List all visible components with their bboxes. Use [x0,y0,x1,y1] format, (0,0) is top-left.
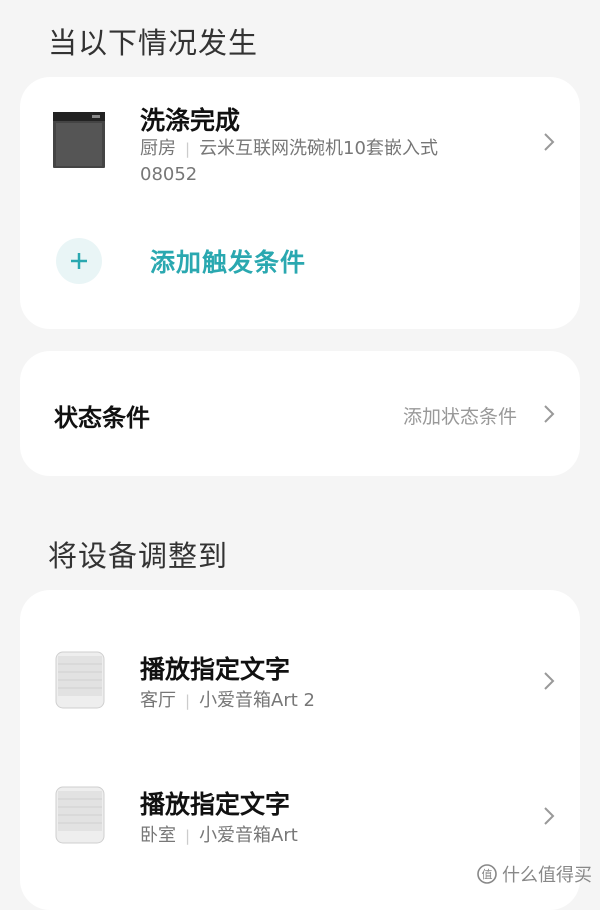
chevron-right-icon [544,807,555,825]
trigger-card: 洗涤完成 厨房 | 云米互联网洗碗机10套嵌入式 08052 添加触发条件 [20,77,580,329]
state-condition-label: 状态条件 [54,404,150,432]
add-trigger-button[interactable] [56,238,102,284]
action-row[interactable]: 播放指定文字 客厅 | 小爱音箱Art 2 [20,620,580,740]
action-title: 播放指定文字 [140,655,291,684]
trigger-device-model: 08052 [140,164,198,185]
action-section-title: 将设备调整到 [48,539,229,573]
action-room: 客厅 [140,690,176,711]
add-trigger-label[interactable]: 添加触发条件 [150,243,306,279]
trigger-row[interactable]: 洗涤完成 厨房 | 云米互联网洗碗机10套嵌入式 08052 [20,77,580,207]
separator: | [185,827,191,845]
plus-icon [71,253,87,269]
separator: | [185,140,191,158]
action-device-info: 卧室 | 小爱音箱Art [140,823,298,849]
speaker-icon [55,651,105,709]
chevron-right-icon [544,672,555,690]
trigger-room: 厨房 [140,138,176,159]
separator: | [185,692,191,710]
watermark: 值 什么值得买 [476,861,592,887]
dishwasher-icon [53,112,105,168]
add-state-condition-link[interactable]: 添加状态条件 [403,402,517,429]
speaker-icon [55,786,105,844]
action-device-name: 小爱音箱Art 2 [199,690,316,711]
trigger-title: 洗涤完成 [140,106,241,135]
chevron-right-icon [544,133,555,151]
action-room: 卧室 [140,825,176,846]
trigger-section-title: 当以下情况发生 [48,26,259,60]
trigger-device-name: 云米互联网洗碗机10套嵌入式 [199,138,438,159]
watermark-text: 什么值得买 [502,865,592,886]
action-title: 播放指定文字 [140,790,291,819]
watermark-logo-icon: 值 [477,864,497,884]
action-row[interactable]: 播放指定文字 卧室 | 小爱音箱Art [20,755,580,875]
state-condition-card[interactable]: 状态条件 添加状态条件 [20,351,580,476]
svg-text:值: 值 [482,868,493,881]
action-device-info: 客厅 | 小爱音箱Art 2 [140,688,315,714]
action-device-name: 小爱音箱Art [199,825,298,846]
trigger-device-info: 厨房 | 云米互联网洗碗机10套嵌入式 08052 [140,136,438,187]
chevron-right-icon [544,405,555,423]
